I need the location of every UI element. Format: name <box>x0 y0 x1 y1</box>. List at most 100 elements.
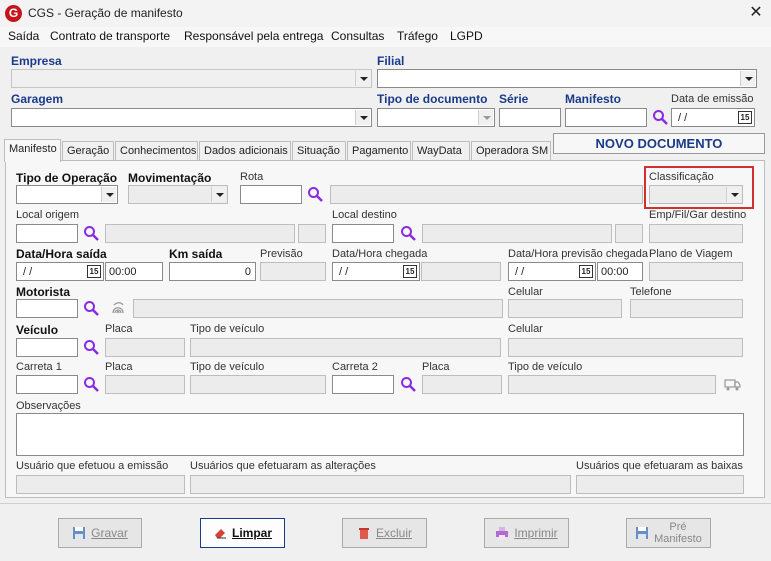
celular-veiculo-label: Celular <box>508 323 543 335</box>
carreta1-search-icon[interactable] <box>83 376 99 392</box>
placa-carreta1-label: Placa <box>105 361 133 373</box>
usuario-emissao-input <box>16 475 185 494</box>
motorista-input[interactable] <box>16 299 78 318</box>
tab-manifesto[interactable]: Manifesto <box>4 139 61 162</box>
motorista-label: Motorista <box>16 285 70 299</box>
hora-prev-chegada-input[interactable]: 00:00 <box>597 262 643 281</box>
data-hora-chegada-label: Data/Hora chegada <box>332 248 428 260</box>
plano-viagem-label: Plano de Viagem <box>649 248 733 260</box>
observacoes-label: Observações <box>16 400 81 412</box>
app-logo-icon: G <box>5 5 22 22</box>
filial-select[interactable] <box>377 69 757 88</box>
rota-search-icon[interactable] <box>307 186 323 202</box>
carreta2-input[interactable] <box>332 375 394 394</box>
tab-operadora-sm[interactable]: Operadora SM <box>471 141 551 161</box>
local-destino-search-icon[interactable] <box>400 225 416 241</box>
carreta1-input[interactable] <box>16 375 78 394</box>
manifesto-input[interactable] <box>565 108 647 127</box>
tipo-veiculo-input <box>190 338 501 357</box>
tipo-operacao-select[interactable] <box>16 185 118 204</box>
excluir-button[interactable]: Excluir <box>342 518 427 548</box>
data-chegada-input[interactable]: / /15 <box>332 262 420 281</box>
menu-contrato-transporte[interactable]: Contrato de transporte <box>50 29 170 43</box>
data-hora-prev-chegada-label: Data/Hora previsão chegada <box>508 248 649 260</box>
tipo-documento-label: Tipo de documento <box>377 92 488 106</box>
observacoes-textarea[interactable] <box>16 413 744 456</box>
placa-input <box>105 338 185 357</box>
tab-waydata[interactable]: WayData <box>412 141 470 161</box>
carreta2-label: Carreta 2 <box>332 361 378 373</box>
telefone-input <box>630 299 743 318</box>
celular-input <box>508 299 622 318</box>
limpar-button[interactable]: Limpar <box>200 518 285 548</box>
save-icon <box>73 527 86 539</box>
truck-icon[interactable] <box>724 376 742 392</box>
data-emissao-label: Data de emissão <box>671 93 754 105</box>
hora-saida-input[interactable]: 00:00 <box>105 262 163 281</box>
placa-carreta2-label: Placa <box>422 361 450 373</box>
placa-carreta1-input <box>105 375 185 394</box>
tipo-veiculo-label: Tipo de veículo <box>190 323 265 335</box>
menu-consultas[interactable]: Consultas <box>331 29 384 43</box>
pre-manifesto-button[interactable]: Pré Manifesto <box>626 518 711 548</box>
motorista-search-icon[interactable] <box>83 300 99 316</box>
menu-responsavel-entrega[interactable]: Responsável pela entrega <box>184 29 323 43</box>
veiculo-search-icon[interactable] <box>83 339 99 355</box>
celular-veiculo-input <box>508 338 743 357</box>
celular-label: Celular <box>508 286 543 298</box>
usuarios-alteracoes-label: Usuários que efetuaram as alterações <box>190 460 376 472</box>
garagem-select[interactable] <box>11 108 372 127</box>
manifesto-label: Manifesto <box>565 92 622 106</box>
empresa-label: Empresa <box>11 54 62 68</box>
emp-fil-gar-destino-input <box>649 224 743 243</box>
data-saida-input[interactable]: / /15 <box>16 262 104 281</box>
calendar-icon[interactable]: 15 <box>738 111 752 124</box>
tipo-operacao-label: Tipo de Operação <box>16 171 118 185</box>
calendar-icon[interactable]: 15 <box>579 265 593 278</box>
manifesto-search-icon[interactable] <box>652 109 668 125</box>
km-saida-input[interactable]: 0 <box>169 262 256 281</box>
close-icon[interactable]: ✕ <box>745 2 767 24</box>
tab-geracao[interactable]: Geração <box>62 141 114 161</box>
window-title: CGS - Geração de manifesto <box>28 6 183 20</box>
imprimir-button[interactable]: Imprimir <box>484 518 569 548</box>
local-destino-input[interactable] <box>332 224 394 243</box>
placa-carreta2-input <box>422 375 502 394</box>
usuarios-baixas-input <box>576 475 744 494</box>
rota-input[interactable] <box>240 185 302 204</box>
title-bar: G CGS - Geração de manifesto ✕ <box>0 0 771 27</box>
usuarios-baixas-label: Usuários que efetuaram as baixas <box>576 460 743 472</box>
calendar-icon[interactable]: 15 <box>403 265 417 278</box>
new-document-badge: NOVO DOCUMENTO <box>553 133 765 154</box>
local-origem-label: Local origem <box>16 209 79 221</box>
carreta2-search-icon[interactable] <box>400 376 416 392</box>
movimentacao-select[interactable] <box>128 185 228 204</box>
local-origem-description <box>105 224 295 243</box>
tab-pagamento[interactable]: Pagamento <box>347 141 411 161</box>
local-origem-input[interactable] <box>16 224 78 243</box>
local-origem-search-icon[interactable] <box>83 225 99 241</box>
previsao-input <box>260 262 326 281</box>
tab-conhecimentos[interactable]: Conhecimentos <box>115 141 198 161</box>
tipo-documento-select[interactable] <box>377 108 495 127</box>
menu-saida[interactable]: Saída <box>8 29 39 43</box>
data-prev-chegada-input[interactable]: / /15 <box>508 262 596 281</box>
veiculo-input[interactable] <box>16 338 78 357</box>
menu-trafego[interactable]: Tráfego <box>397 29 438 43</box>
data-emissao-input[interactable]: / /15 <box>671 108 755 127</box>
empresa-select[interactable] <box>11 69 372 88</box>
calendar-icon[interactable]: 15 <box>87 265 101 278</box>
printer-icon <box>496 527 509 539</box>
serie-input[interactable] <box>499 108 561 127</box>
menu-lgpd[interactable]: LGPD <box>450 29 483 43</box>
fingerprint-icon[interactable] <box>110 300 126 316</box>
km-saida-label: Km saída <box>169 247 223 261</box>
tab-dados-adicionais[interactable]: Dados adicionais <box>199 141 291 161</box>
motorista-description <box>133 299 503 318</box>
local-origem-uf <box>298 224 326 243</box>
gravar-button[interactable]: Gravar <box>58 518 142 548</box>
rota-description <box>330 185 643 204</box>
usuario-emissao-label: Usuário que efetuou a emissão <box>16 460 169 472</box>
tab-situacao[interactable]: Situação <box>292 141 346 161</box>
emp-fil-gar-destino-label: Emp/Fil/Gar destino <box>649 209 747 221</box>
